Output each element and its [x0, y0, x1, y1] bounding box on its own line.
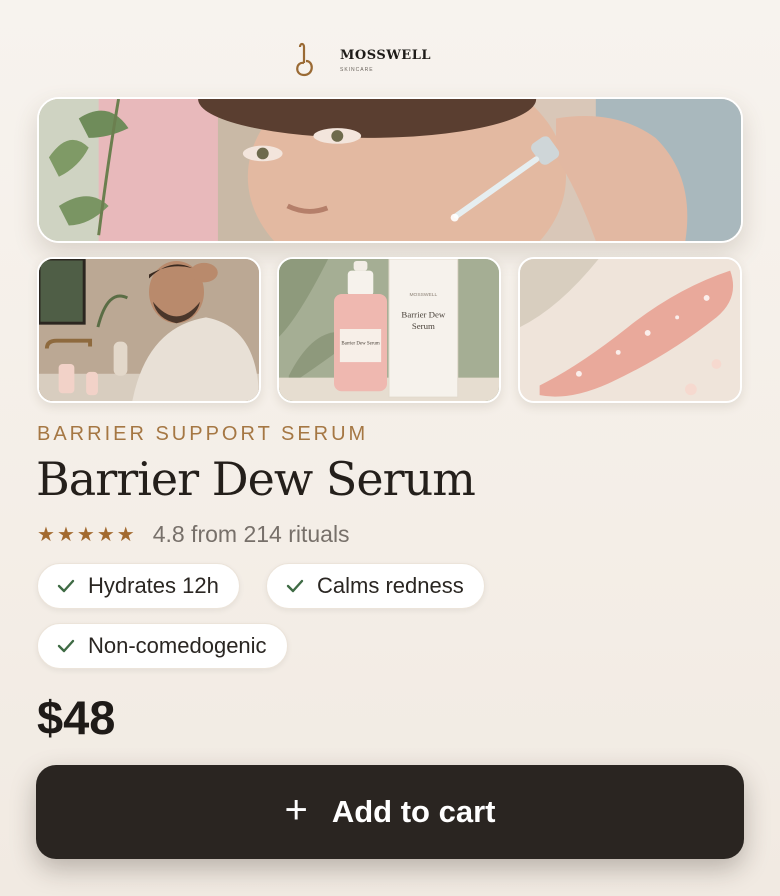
star-icon: ★ — [96, 523, 115, 546]
thumb-texture-photo — [520, 259, 740, 401]
benefit-chip-calms: Calms redness — [266, 563, 485, 609]
check-icon — [57, 639, 75, 653]
product-price: $48 — [37, 691, 116, 744]
brand-wordmark: MOSSWELL SKINCARE — [340, 48, 431, 73]
benefit-label: Non-comedogenic — [88, 633, 267, 658]
hero-image[interactable] — [37, 97, 743, 243]
add-to-cart-button[interactable]: + Add to cart — [36, 765, 744, 859]
add-to-cart-label: Add to cart — [331, 794, 496, 829]
star-icon: ★ — [56, 523, 75, 546]
star-icon: ★ — [76, 523, 95, 546]
thumb-man-photo — [39, 259, 259, 401]
check-icon — [57, 579, 75, 593]
star-icon: ★ — [37, 523, 55, 546]
box-brand: MOSSWELL — [409, 292, 437, 298]
benefit-label: Calms redness — [317, 573, 464, 598]
product-category: BARRIER SUPPORT SERUM — [37, 423, 369, 445]
product-rating: ★ ★ ★ ★ ★ 4.8 from 214 rituals — [37, 520, 350, 548]
thumbnail-1[interactable] — [37, 257, 261, 403]
box-label-2: Serum — [412, 321, 435, 331]
brand-name: MOSSWELL — [340, 47, 431, 63]
thumbnail-3[interactable] — [518, 257, 742, 403]
logo-mark-icon — [296, 42, 313, 77]
rating-stars: ★ ★ ★ ★ ★ — [37, 522, 135, 547]
bottle-label: Barrier Dew Serum — [341, 342, 380, 347]
thumbnail-2[interactable]: MOSSWELL Barrier Dew Serum Barrier Dew S… — [277, 257, 501, 403]
check-icon — [286, 579, 304, 593]
box-label-1: Barrier Dew — [401, 309, 446, 319]
star-icon: ★ — [116, 523, 135, 546]
plus-icon: + — [284, 788, 308, 832]
benefit-chip-hydrates: Hydrates 12h — [37, 563, 240, 609]
rating-text: 4.8 from 214 rituals — [152, 520, 350, 547]
benefit-label: Hydrates 12h — [88, 573, 219, 598]
hero-photo — [39, 99, 741, 241]
product-title: Barrier Dew Serum — [36, 452, 476, 506]
brand-subtitle: SKINCARE — [340, 66, 374, 73]
thumb-bottle-photo: MOSSWELL Barrier Dew Serum Barrier Dew S… — [279, 259, 499, 401]
brand-logo[interactable]: MOSSWELL SKINCARE — [292, 40, 431, 80]
benefit-chip-noncomedogenic: Non-comedogenic — [37, 623, 288, 669]
